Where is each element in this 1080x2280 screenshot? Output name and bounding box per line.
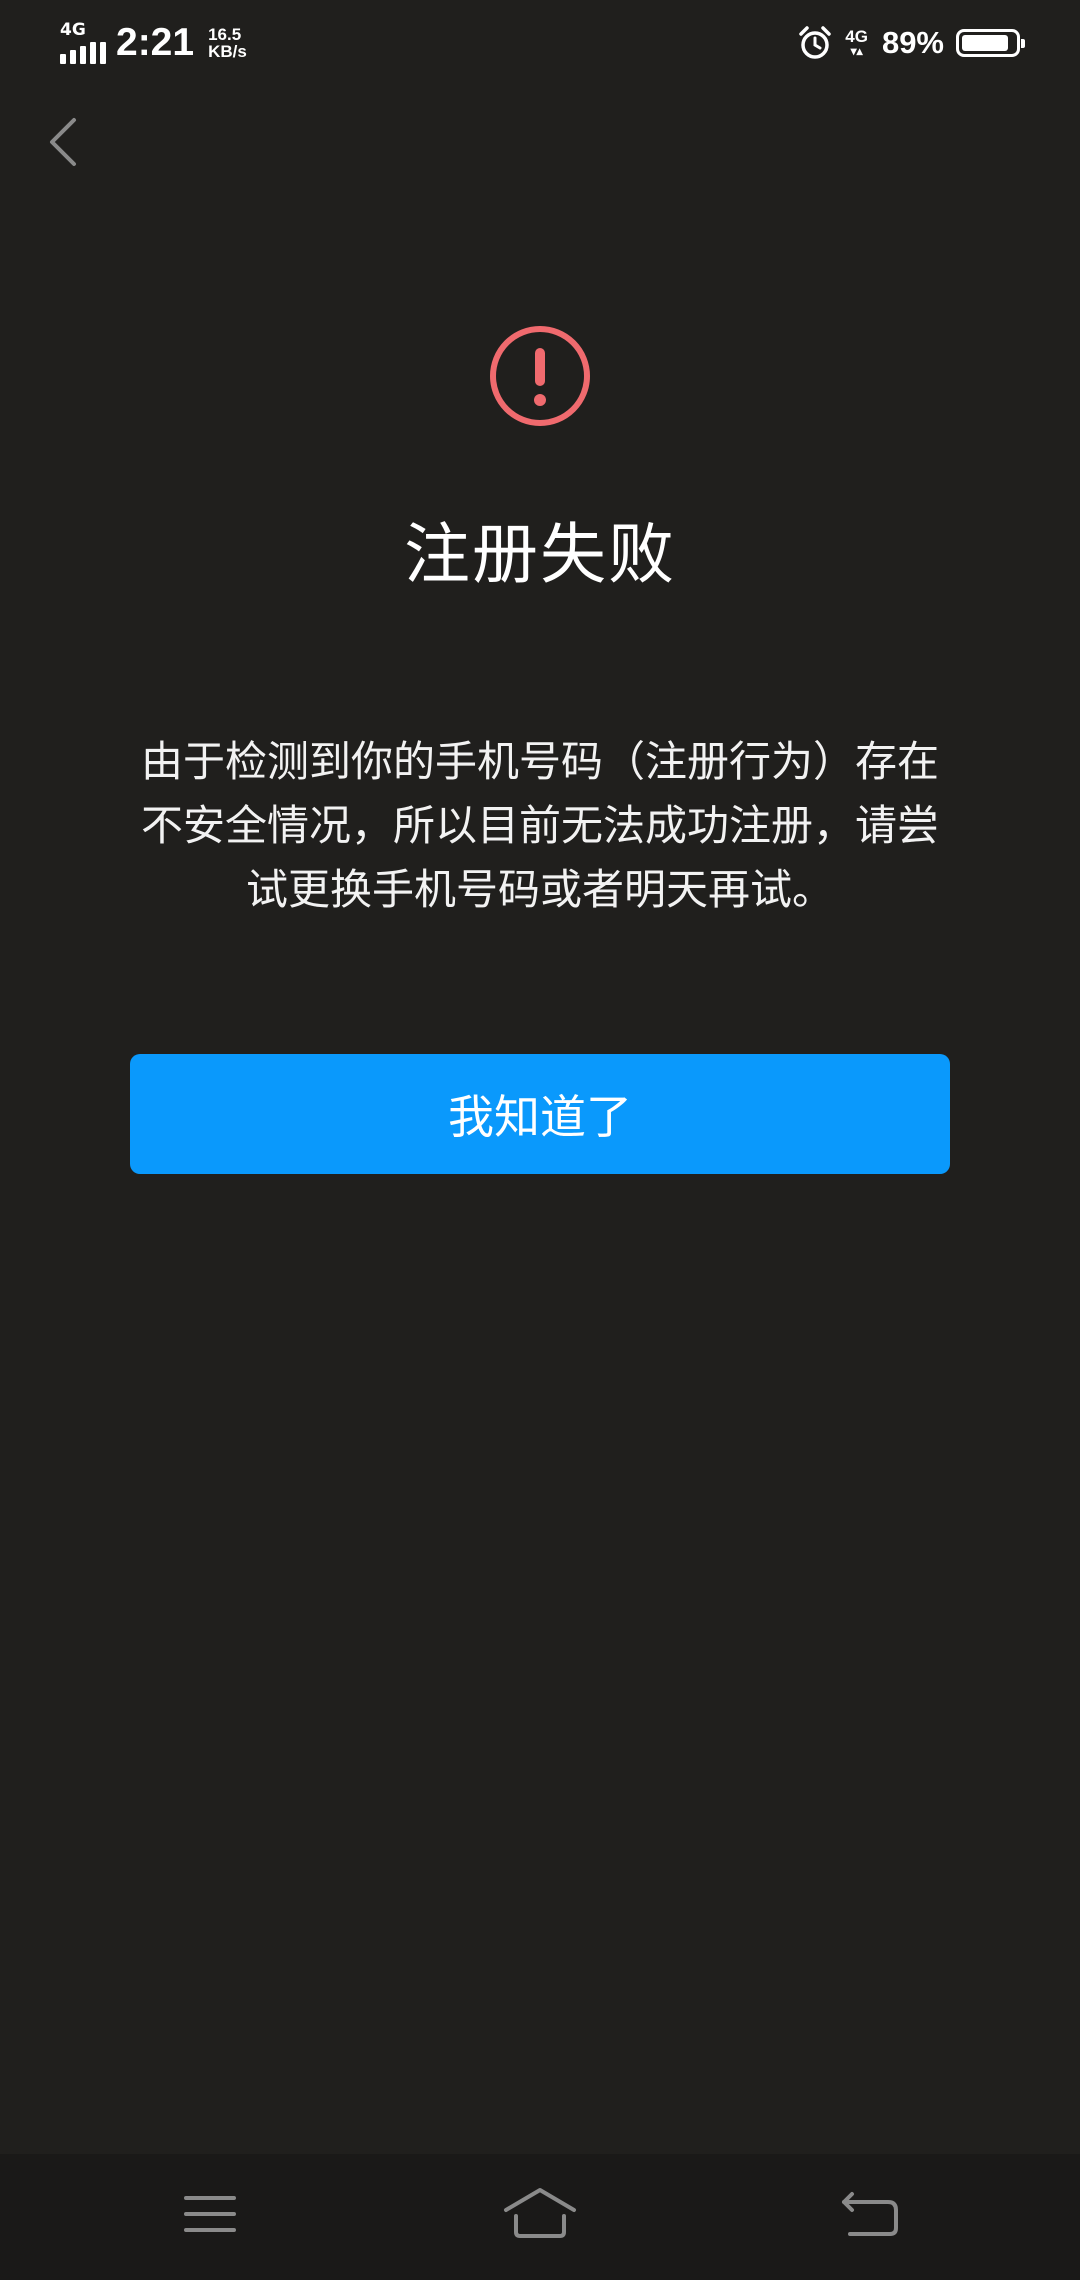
battery-percent: 89% — [881, 25, 944, 60]
network-speed-value: 16.5 — [208, 25, 242, 44]
mobile-data-indicator: 4G ▾▴ — [845, 27, 868, 58]
network-type-label: 4G — [60, 20, 86, 40]
signal-icon: 4G — [60, 22, 106, 64]
menu-icon[interactable] — [170, 2184, 250, 2244]
page-title: 注册失败 — [404, 516, 676, 593]
home-icon[interactable] — [500, 2184, 580, 2244]
status-bar: 4G 2:21 16.5 KB/s 4G ▾▴ 89% — [0, 0, 1080, 82]
status-bar-left: 4G 2:21 16.5 KB/s — [60, 18, 247, 68]
registration-failed-screen: 4G 2:21 16.5 KB/s 4G ▾▴ 89% 注册失败 由于检测到你的… — [0, 0, 1080, 2280]
back-icon[interactable] — [830, 2184, 910, 2244]
network-speed-unit: KB/s — [208, 42, 247, 61]
error-exclamation-icon — [490, 326, 590, 426]
clock: 2:21 — [116, 21, 195, 64]
error-message: 由于检测到你的手机号码（注册行为）存在不安全情况，所以目前无法成功注册，请尝试更… — [140, 737, 939, 914]
chevron-left-icon[interactable] — [40, 112, 84, 172]
network-speed: 16.5 KB/s — [208, 26, 247, 60]
status-bar-right: 4G ▾▴ 89% — [797, 18, 1025, 68]
navigation-bar — [0, 2154, 1080, 2280]
battery-fill — [962, 35, 1008, 51]
battery-icon — [956, 29, 1025, 57]
confirm-button[interactable]: 我知道了 — [130, 1054, 950, 1174]
alarm-icon — [799, 26, 832, 59]
data-arrows-icon: ▾▴ — [850, 44, 863, 58]
network-type-label-right: 4G — [845, 27, 868, 46]
